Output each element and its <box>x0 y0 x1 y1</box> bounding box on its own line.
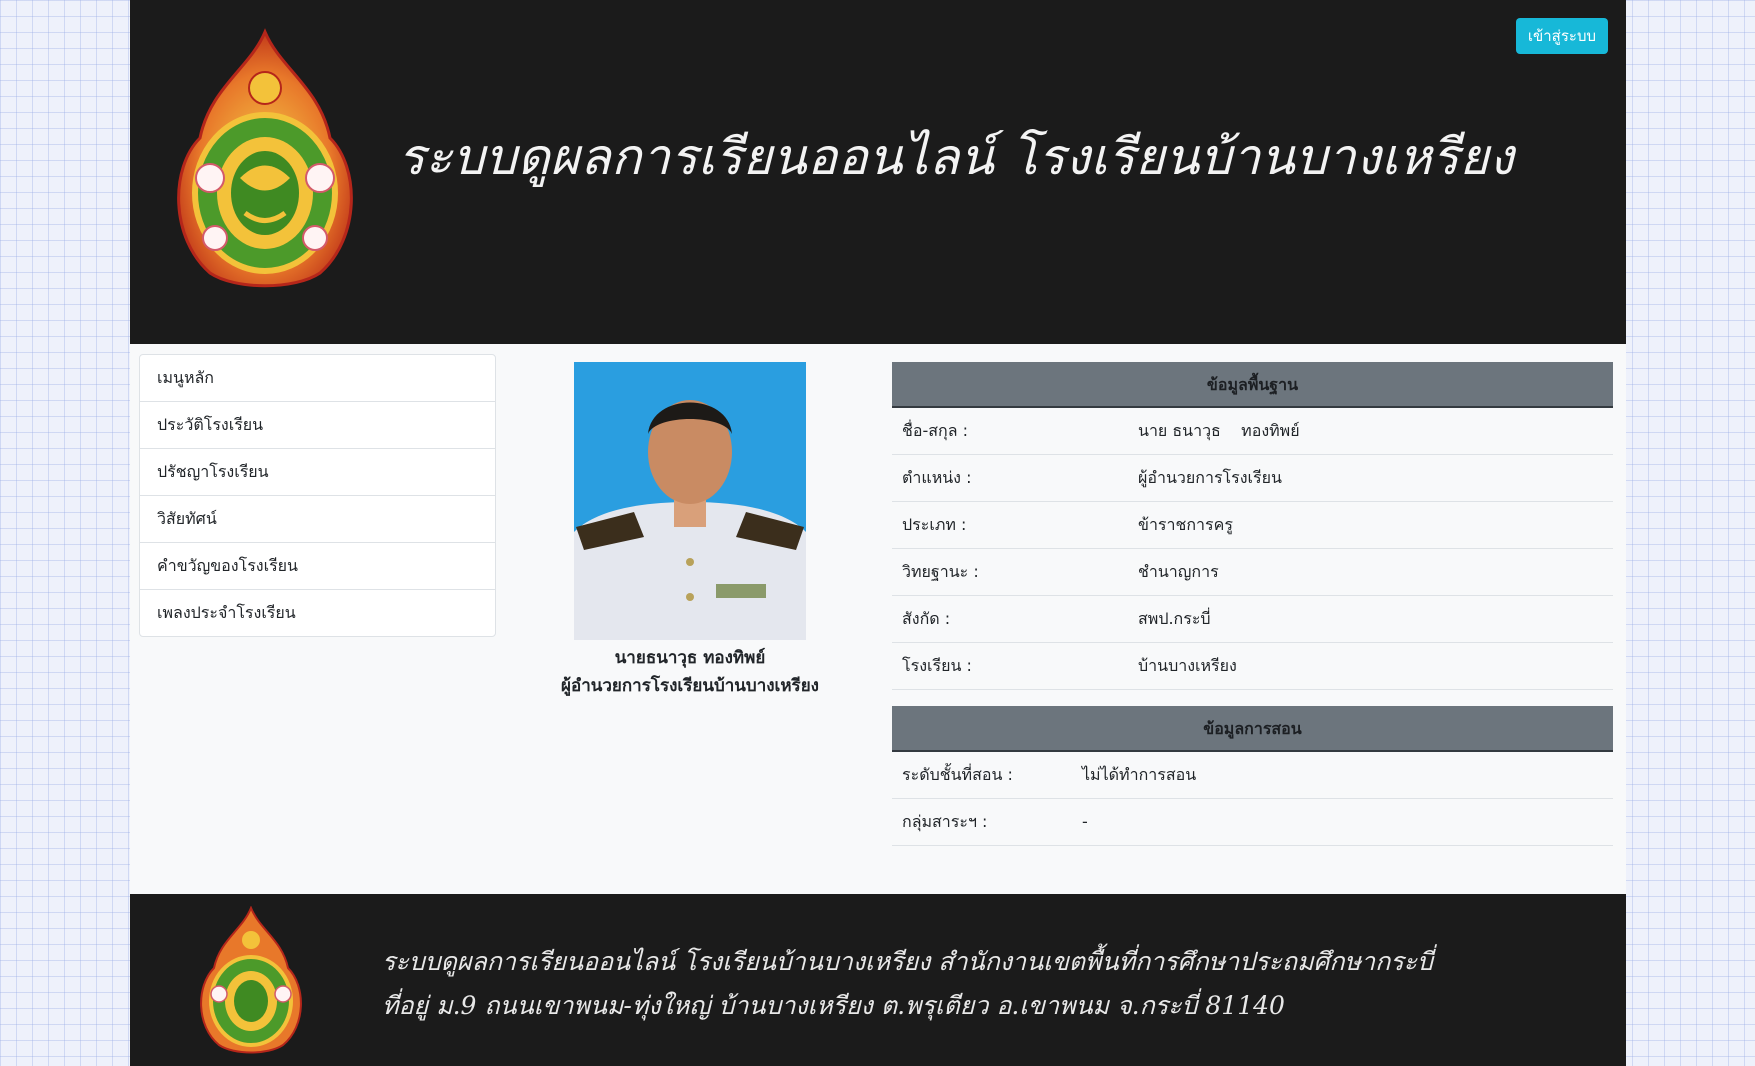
sidebar-item-school-history[interactable]: ประวัติโรงเรียน <box>140 402 495 449</box>
page-container: ระบบดูผลการเรียนออนไลน์ โรงเรียนบ้านบางเ… <box>130 0 1626 1066</box>
row-value: สพป.กระบี่ <box>1138 609 1211 628</box>
row-value: ผู้อำนวยการโรงเรียน <box>1138 468 1282 487</box>
table-row: กลุ่มสาระฯ : - <box>892 799 1613 846</box>
row-value: ข้าราชการครู <box>1138 515 1233 534</box>
sidebar-menu: เมนูหลัก ประวัติโรงเรียน ปรัชญาโรงเรียน … <box>139 354 496 637</box>
table-row: ระดับชั้นที่สอน : ไม่ได้ทำการสอน <box>892 752 1613 799</box>
sidebar-item-school-song[interactable]: เพลงประจำโรงเรียน <box>140 590 495 636</box>
row-label: ประเภท : <box>902 515 967 534</box>
row-value: - <box>1082 812 1088 831</box>
row-label: สังกัด : <box>902 609 951 628</box>
sidebar-item-main-menu[interactable]: เมนูหลัก <box>140 355 495 402</box>
login-button[interactable]: เข้าสู่ระบบ <box>1515 18 1608 54</box>
footer-address: ที่อยู่ ม.9 ถนนเขาพนม-ทุ่งใหญ่ บ้านบางเห… <box>382 991 1285 1020</box>
teaching-info-table: ข้อมูลการสอน ระดับชั้นที่สอน : ไม่ได้ทำก… <box>892 706 1613 846</box>
table-row: ชื่อ-สกุล : นาย ธนาวุธ ทองทิพย์ <box>892 408 1613 455</box>
director-photo <box>574 362 806 640</box>
row-value: ชำนาญการ <box>1138 562 1219 581</box>
table-row: สังกัด : สพป.กระบี่ <box>892 596 1613 643</box>
row-label: ระดับชั้นที่สอน : <box>902 765 1013 784</box>
site-header: ระบบดูผลการเรียนออนไลน์ โรงเรียนบ้านบางเ… <box>130 0 1626 344</box>
row-label: ชื่อ-สกุล : <box>902 421 968 440</box>
row-label: กลุ่มสาระฯ : <box>902 812 988 831</box>
director-position: ผู้อำนวยการโรงเรียนบ้านบางเหรียง <box>561 676 819 696</box>
sidebar-item-vision[interactable]: วิสัยทัศน์ <box>140 496 495 543</box>
obec-emblem-logo <box>177 28 353 288</box>
obec-emblem-logo-small <box>200 906 302 1054</box>
row-value: ไม่ได้ทำการสอน <box>1082 765 1197 784</box>
sidebar-item-school-motto[interactable]: คำขวัญของโรงเรียน <box>140 543 495 590</box>
row-value: บ้านบางเหรียง <box>1138 656 1237 675</box>
row-label: ตำแหน่ง : <box>902 468 972 487</box>
director-caption: นายธนาวุธ ทองทิพย์ ผู้อำนวยการโรงเรียนบ้… <box>530 644 850 700</box>
info-panel: ข้อมูลพื้นฐาน ชื่อ-สกุล : นาย ธนาวุธ ทอง… <box>892 362 1613 846</box>
row-label: วิทยฐานะ : <box>902 562 979 581</box>
basic-info-table: ข้อมูลพื้นฐาน ชื่อ-สกุล : นาย ธนาวุธ ทอง… <box>892 362 1613 690</box>
table-row: ประเภท : ข้าราชการครู <box>892 502 1613 549</box>
sidebar-item-school-philosophy[interactable]: ปรัชญาโรงเรียน <box>140 449 495 496</box>
footer-line-1: ระบบดูผลการเรียนออนไลน์ โรงเรียนบ้านบางเ… <box>382 947 1433 976</box>
table-row: โรงเรียน : บ้านบางเหรียง <box>892 643 1613 690</box>
site-title: ระบบดูผลการเรียนออนไลน์ โรงเรียนบ้านบางเ… <box>398 128 1515 186</box>
teaching-info-heading: ข้อมูลการสอน <box>892 706 1613 752</box>
basic-info-heading: ข้อมูลพื้นฐาน <box>892 362 1613 408</box>
table-row: วิทยฐานะ : ชำนาญการ <box>892 549 1613 596</box>
table-row: ตำแหน่ง : ผู้อำนวยการโรงเรียน <box>892 455 1613 502</box>
row-label: โรงเรียน : <box>902 656 972 675</box>
site-footer: ระบบดูผลการเรียนออนไลน์ โรงเรียนบ้านบางเ… <box>130 894 1626 1066</box>
director-name: นายธนาวุธ ทองทิพย์ <box>614 648 766 668</box>
row-value: นาย ธนาวุธ ทองทิพย์ <box>1138 421 1300 440</box>
